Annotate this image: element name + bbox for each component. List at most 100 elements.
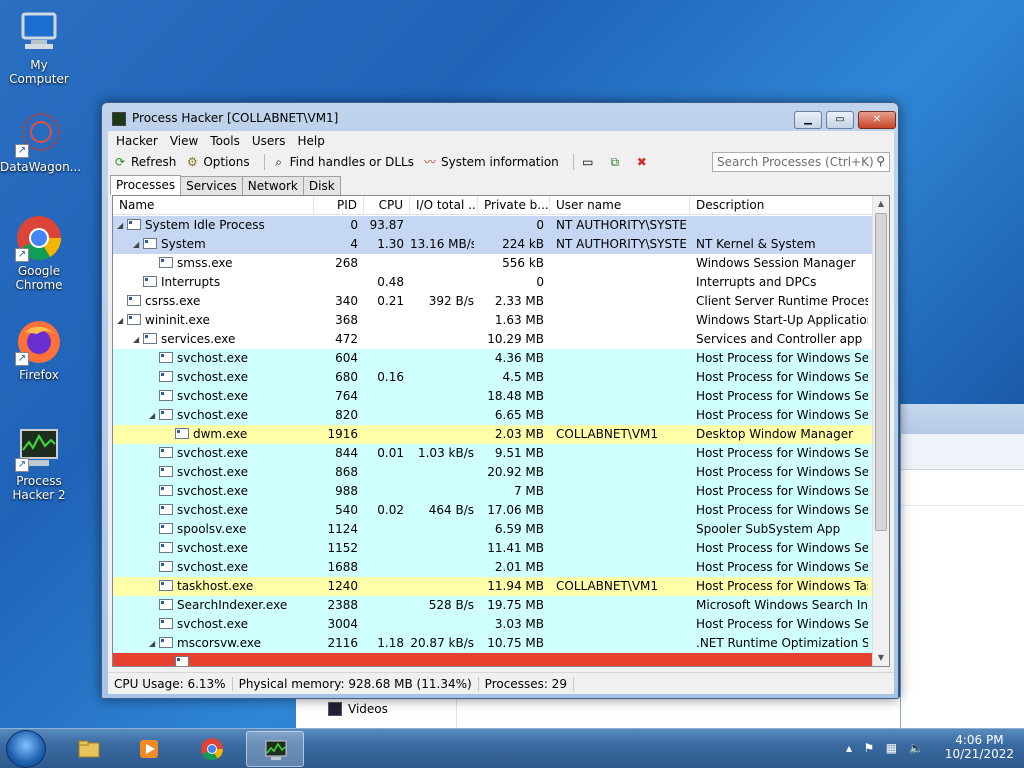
find-window-button[interactable]: ⧉ [607,155,626,169]
cell-description: Services and Controller app [696,332,863,346]
minimize-button[interactable]: ▁ [794,111,822,129]
process-row[interactable]: ◢ services.exe 472 10.29 MB Services and Con… [113,330,873,349]
desktop-icon-google-chrome[interactable]: ↗ Google Chrome [0,214,78,292]
process-row[interactable]: svchost.exe 868 20.92 MB Host Process for W… [113,463,873,482]
volume-icon[interactable]: 🔈 [909,741,924,755]
cell-pid: 1688 [327,560,358,574]
process-row[interactable]: spoolsv.exe 1124 6.59 MB Spooler SubSystem … [113,520,873,539]
vertical-scrollbar[interactable]: ▲ ▼ [872,196,889,666]
taskbar-chrome[interactable] [183,731,241,767]
tab-disk[interactable]: Disk [302,176,341,195]
firefox-icon: ↗ [15,318,63,366]
tab-network[interactable]: Network [241,176,304,195]
clock[interactable]: 4:06 PM 10/21/2022 [945,733,1014,761]
terminate-button[interactable]: ✖ [634,155,653,169]
process-row[interactable]: ◢ System 4 1.30 13.16 MB/s 224 kB NT AUTHORITY… [113,235,873,254]
cell-private-bytes: 7 MB [513,484,544,498]
desktop-icon-firefox[interactable]: ↗ Firefox [0,318,78,382]
collapse-arrow-icon[interactable]: ◢ [117,311,127,330]
find-handles-button[interactable]: ⌕ Find handles or DLLs [271,155,414,169]
process-row[interactable]: svchost.exe 3004 3.03 MB Host Process for W… [113,615,873,634]
desktop-icon-my-computer[interactable]: My Computer [0,8,78,86]
cell-description: Windows Start-Up Application [696,313,868,327]
cell-pid: 680 [335,370,358,384]
process-row[interactable]: svchost.exe 604 4.36 MB Host Process for Wi… [113,349,873,368]
process-row[interactable]: csrss.exe 340 0.21 392 B/s 2.33 MB Client Ser… [113,292,873,311]
nav-item-videos[interactable]: Videos [348,702,388,716]
menu-help[interactable]: Help [291,134,330,148]
menu-view[interactable]: View [164,134,204,148]
process-row[interactable]: svchost.exe 764 18.48 MB Host Process for W… [113,387,873,406]
options-button[interactable]: ⚙ Options [184,155,250,169]
column-header-io-total[interactable]: I/O total ... [410,196,478,215]
taskbar-process-hacker[interactable] [246,731,304,767]
background-explorer-window[interactable] [900,404,1024,730]
process-row[interactable]: svchost.exe 540 0.02 464 B/s 17.06 MB Host Pr… [113,501,873,520]
menu-hacker[interactable]: Hacker [110,134,164,148]
process-row[interactable]: SearchIndexer.exe 2388 528 B/s 19.75 MB Micr… [113,596,873,615]
collapse-arrow-icon[interactable]: ◢ [149,406,159,425]
cell-io-total [410,463,474,482]
cell-cpu [364,558,404,577]
collapse-arrow-icon[interactable]: ◢ [133,330,143,349]
show-window-button[interactable]: ▭ [580,155,599,169]
maximize-button[interactable]: ▭ [826,111,854,129]
column-header-private-bytes[interactable]: Private b... [478,196,550,215]
status-bar: CPU Usage: 6.13% Physical memory: 928.68… [108,672,894,694]
taskbar-explorer[interactable] [60,731,118,767]
process-row[interactable]: svchost.exe 988 7 MB Host Process for Windo… [113,482,873,501]
scroll-down-icon[interactable]: ▼ [873,650,889,666]
process-icon [159,618,173,629]
cell-cpu [364,482,404,501]
column-header-cpu[interactable]: CPU [364,196,410,215]
process-row[interactable]: ◢ System Idle Process 0 93.87 0 NT AUTHORITY\… [113,216,873,235]
scroll-up-icon[interactable]: ▲ [873,196,889,212]
process-row[interactable]: ◢ mscorsvw.exe 2116 1.18 20.87 kB/s 10.75 MB.… [113,634,873,653]
close-button[interactable]: ✕ [858,111,896,129]
cell-cpu [364,596,404,615]
menu-users[interactable]: Users [246,134,292,148]
collapse-arrow-icon[interactable]: ◢ [149,634,159,653]
column-header-pid[interactable]: PID [314,196,364,215]
process-row[interactable]: svchost.exe 1688 2.01 MB Host Process for W… [113,558,873,577]
tab-processes[interactable]: Processes [110,175,182,195]
process-row[interactable]: taskhost.exe 1240 11.94 MB COLLABNET\VM1 Hos… [113,577,873,596]
menu-tools[interactable]: Tools [204,134,246,148]
tab-services[interactable]: Services [180,176,243,195]
process-row[interactable]: dwm.exe 1916 2.03 MB COLLABNET\VM1 Desktop W… [113,425,873,444]
process-row[interactable] [113,653,873,666]
show-hidden-icons-icon[interactable]: ▴ [846,741,852,755]
action-center-icon[interactable]: ⚑ [863,741,874,755]
cell-io-total [410,387,474,406]
process-row[interactable]: svchost.exe 680 0.16 4.5 MB Host Process for… [113,368,873,387]
scrollbar-thumb[interactable] [875,213,887,531]
collapse-arrow-icon[interactable]: ◢ [133,235,143,254]
process-row[interactable]: smss.exe 268 556 kB Windows Session Manager [113,254,873,273]
search-processes-input[interactable]: Search Processes (Ctrl+K) ⚲ [712,152,890,172]
desktop-icon-datawagon[interactable]: ↗ DataWagon... [0,110,81,174]
taskbar-media-player[interactable] [120,731,178,767]
column-header-name[interactable]: Name [113,196,314,215]
toolbar-separator [263,154,265,170]
cell-cpu [364,311,404,330]
process-name: Interrupts [161,275,221,289]
process-name: dwm.exe [193,427,248,441]
column-header-user-name[interactable]: User name [550,196,690,215]
window-titlebar[interactable]: Process Hacker [COLLABNET\VM1] ▁ ▭ ✕ [108,109,896,131]
process-row[interactable]: Interrupts 0.48 0 Interrupts and DPCs [113,273,873,292]
collapse-arrow-icon[interactable]: ◢ [117,216,127,235]
network-icon[interactable]: ▦ [886,741,897,755]
refresh-button[interactable]: ⟳ Refresh [112,155,176,169]
process-row[interactable]: svchost.exe 1152 11.41 MB Host Process for … [113,539,873,558]
system-information-button[interactable]: 〰 System information [422,155,559,169]
start-button[interactable] [6,730,46,768]
column-header-description[interactable]: Description [690,196,873,215]
process-row[interactable]: svchost.exe 844 0.01 1.03 kB/s 9.51 MB Host P… [113,444,873,463]
process-hacker-window[interactable]: Process Hacker [COLLABNET\VM1] ▁ ▭ ✕ Hac… [101,102,899,699]
process-row[interactable]: ◢ svchost.exe 820 6.65 MB Host Process for W… [113,406,873,425]
desktop-icon-process-hacker[interactable]: ↗ Process Hacker 2 [0,424,78,502]
process-list[interactable]: Name PID CPU I/O total ... Private b... … [112,195,890,667]
process-name: wininit.exe [145,313,210,327]
process-row[interactable]: ◢ wininit.exe 368 1.63 MB Windows Start-Up A… [113,311,873,330]
cell-cpu [364,539,404,558]
